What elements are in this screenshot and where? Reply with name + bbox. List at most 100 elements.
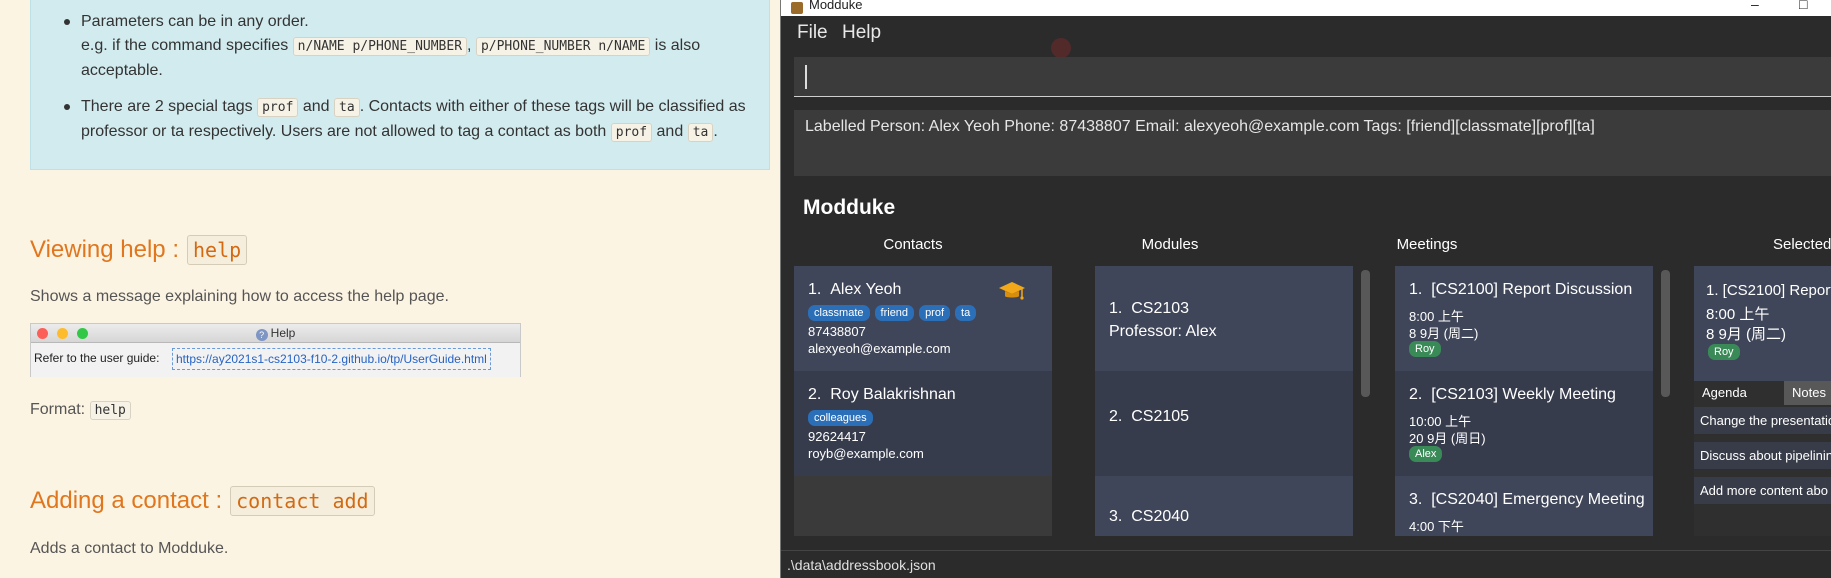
inline-code: ta bbox=[687, 123, 714, 142]
tag-badge: colleagues bbox=[808, 410, 873, 426]
inline-code: p/PHONE_NUMBER n/NAME bbox=[475, 37, 651, 56]
meeting-date: 20 9月 (周日) bbox=[1409, 431, 1486, 446]
meeting-date: 8 9月 (周二) bbox=[1409, 326, 1479, 341]
window-titlebar: Modduke – □ bbox=[781, 0, 1831, 16]
module-code: 2. CS2105 bbox=[1109, 408, 1190, 425]
help-window-title: Help bbox=[270, 326, 296, 340]
meeting-title: 1. [CS2100] Report Discussion bbox=[1409, 281, 1633, 298]
format-line: Format: help bbox=[30, 401, 131, 420]
menu-bar: File Help bbox=[781, 16, 1831, 50]
agenda-item[interactable]: Add more content abo bbox=[1694, 477, 1831, 505]
agenda-item[interactable]: Change the presentation bbox=[1694, 407, 1831, 435]
graduation-cap-icon bbox=[998, 280, 1026, 307]
tab-notes[interactable]: Notes bbox=[1784, 381, 1831, 405]
module-card[interactable]: 1. CS2103 Professor: Alex bbox=[1095, 266, 1353, 371]
meeting-title: 3. [CS2040] Emergency Meeting bbox=[1409, 491, 1645, 508]
note-text: Parameters can be in any order. bbox=[81, 13, 309, 30]
module-card[interactable]: 2. CS2105 bbox=[1095, 371, 1353, 476]
participant-badge: Roy bbox=[1708, 344, 1740, 360]
note-item-special-tags: There are 2 special tags prof and ta. Co… bbox=[64, 95, 755, 145]
meetings-panel: 1. [CS2100] Report Discussion 8:00 上午 8 … bbox=[1395, 266, 1653, 536]
viewing-help-heading: Viewing help : help bbox=[30, 235, 248, 265]
note-item-parameters-order: Parameters can be in any order. e.g. if … bbox=[64, 10, 755, 83]
note-text: professor or ta respectively. Users are … bbox=[81, 123, 607, 140]
app-heading: Modduke bbox=[803, 196, 896, 219]
selected-tabs: Agenda Notes bbox=[1694, 381, 1831, 405]
tab-agenda[interactable]: Agenda bbox=[1694, 381, 1784, 405]
inline-code: prof bbox=[610, 123, 653, 142]
help-description: Shows a message explaining how to access… bbox=[30, 288, 449, 305]
heading-text: Adding a contact : bbox=[30, 487, 223, 514]
contact-phone: 92624417 bbox=[808, 429, 866, 444]
selected-meeting-panel: 1. [CS2100] Report 8:00 上午 8 9月 (周二) Roy… bbox=[1694, 266, 1831, 536]
module-professor: Professor: Alex bbox=[1109, 323, 1217, 340]
inline-code: n/NAME p/PHONE_NUMBER bbox=[292, 37, 468, 56]
selected-heading: Selected bbox=[1773, 236, 1831, 253]
meeting-title: 2. [CS2103] Weekly Meeting bbox=[1409, 386, 1616, 403]
contact-phone: 87438807 bbox=[808, 324, 866, 339]
participant-badge: Roy bbox=[1409, 341, 1441, 357]
meeting-card[interactable]: 3. [CS2040] Emergency Meeting 4:00 下午 bbox=[1395, 476, 1653, 536]
contacts-heading: Contacts bbox=[883, 236, 943, 253]
module-card[interactable]: 3. CS2040 bbox=[1095, 476, 1353, 536]
contact-tags: classmate friend prof ta bbox=[808, 305, 977, 321]
meetings-scrollbar[interactable] bbox=[1661, 270, 1670, 397]
note-text: and bbox=[302, 98, 330, 115]
text-caret bbox=[805, 65, 807, 89]
status-bar: .\data\addressbook.json bbox=[781, 550, 1831, 578]
note-text: is also bbox=[654, 37, 701, 54]
contact-card[interactable]: 1. Alex Yeoh classmate friend prof ta 87… bbox=[794, 266, 1052, 371]
window-title: Modduke bbox=[809, 0, 863, 12]
user-guide-page: Parameters can be in any order. e.g. if … bbox=[0, 0, 780, 578]
inline-code: prof bbox=[257, 98, 299, 117]
contact-email: alexyeoh@example.com bbox=[808, 341, 951, 356]
meeting-time: 4:00 下午 bbox=[1409, 519, 1464, 534]
menu-help[interactable]: Help bbox=[842, 22, 881, 44]
participant-badge: Alex bbox=[1409, 446, 1443, 462]
contact-tags: colleagues bbox=[808, 410, 873, 426]
meeting-card[interactable]: 2. [CS2103] Weekly Meeting 10:00 上午 20 9… bbox=[1395, 371, 1653, 476]
tag-badge: friend bbox=[874, 305, 915, 321]
contact-card[interactable]: 2. Roy Balakrishnan colleagues 92624417 … bbox=[794, 371, 1052, 476]
result-display: Labelled Person: Alex Yeoh Phone: 874388… bbox=[794, 110, 1831, 176]
maximize-dot-icon bbox=[77, 328, 88, 339]
note-text: . Contacts with either of these tags wil… bbox=[359, 98, 746, 115]
help-window-body: Refer to the user guide: https://ay2021s… bbox=[31, 343, 520, 377]
selected-meeting-date: 8 9月 (周二) bbox=[1706, 326, 1787, 343]
modules-heading: Modules bbox=[1141, 236, 1199, 253]
minimize-icon[interactable]: – bbox=[1751, 0, 1759, 12]
note-list: Parameters can be in any order. e.g. if … bbox=[64, 10, 755, 157]
cursor-highlight bbox=[1051, 38, 1071, 58]
format-code: help bbox=[89, 401, 131, 420]
meetings-heading: Meetings bbox=[1396, 236, 1458, 253]
minimize-dot-icon bbox=[57, 328, 68, 339]
heading-code: contact add bbox=[230, 486, 375, 516]
format-label: Format: bbox=[30, 401, 86, 418]
note-text: There are 2 special tags bbox=[81, 98, 253, 115]
meeting-card[interactable]: 1. [CS2100] Report Discussion 8:00 上午 8 … bbox=[1395, 266, 1653, 371]
close-dot-icon bbox=[37, 328, 48, 339]
inline-code: ta bbox=[334, 98, 360, 117]
agenda-item[interactable]: Discuss about pipelinin bbox=[1694, 442, 1831, 470]
note-text: . bbox=[713, 123, 718, 140]
app-icon bbox=[791, 2, 803, 14]
adding-contact-heading: Adding a contact : contact add bbox=[30, 486, 375, 516]
contact-name: 2. Roy Balakrishnan bbox=[808, 386, 956, 403]
heading-code: help bbox=[187, 235, 248, 265]
add-contact-description: Adds a contact to Modduke. bbox=[30, 540, 229, 557]
modduke-window: Modduke – □ File Help Labelled Person: A… bbox=[780, 0, 1831, 578]
note-text: and bbox=[656, 123, 684, 140]
command-input[interactable] bbox=[794, 57, 1831, 97]
module-code: 1. CS2103 bbox=[1109, 300, 1190, 317]
heading-text: Viewing help : bbox=[30, 236, 179, 263]
menu-file[interactable]: File bbox=[797, 22, 828, 44]
help-window-screenshot: ? Help Refer to the user guide: https://a… bbox=[30, 323, 521, 377]
maximize-icon[interactable]: □ bbox=[1799, 0, 1807, 12]
modules-scrollbar[interactable] bbox=[1361, 270, 1370, 397]
note-box: Parameters can be in any order. e.g. if … bbox=[30, 0, 770, 170]
contact-email: royb@example.com bbox=[808, 446, 924, 461]
help-window-titlebar: ? Help bbox=[31, 324, 520, 343]
selected-meeting-card: 1. [CS2100] Report 8:00 上午 8 9月 (周二) Roy bbox=[1694, 266, 1831, 381]
selected-meeting-time: 8:00 上午 bbox=[1706, 306, 1770, 323]
module-code: 3. CS2040 bbox=[1109, 508, 1190, 525]
